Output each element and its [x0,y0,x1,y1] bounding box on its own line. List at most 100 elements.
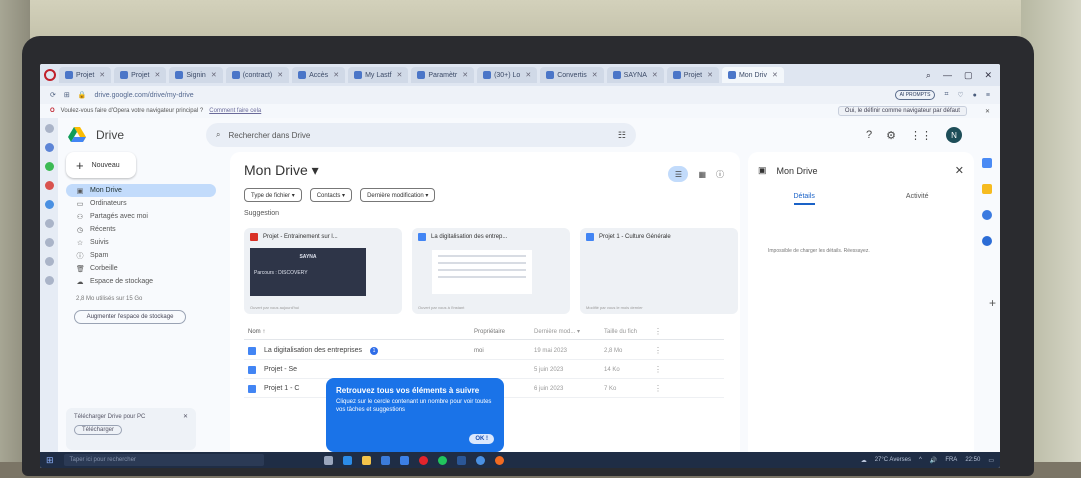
sidebar-item[interactable]: 🗑 Corbeille [66,262,216,275]
filter-options-icon[interactable]: ☷ [618,130,626,141]
search-icon[interactable]: ⌕ [926,70,931,81]
filter-chip[interactable]: Dernière modification ▾ [360,188,436,202]
browser-tab[interactable]: Paramètr ✕ [411,67,475,83]
search-input[interactable]: Rechercher dans Drive [228,131,310,140]
sidebar-item[interactable]: ▣ Mon Drive [66,184,216,197]
extensions-icon[interactable]: ⌗ [944,91,948,99]
maximize-button[interactable]: ▢ [964,70,973,81]
sidebar-item[interactable]: ⚇ Partagés avec moi [66,210,216,223]
close-tab-icon[interactable]: ✕ [772,71,778,79]
close-notif-icon[interactable]: ✕ [985,108,990,115]
tasks-icon[interactable] [982,210,992,220]
row-more-icon[interactable]: ⋮ [654,346,674,355]
suggestion-card[interactable]: Projet 1 - Culture Générale Modifié par … [580,228,738,314]
close-tab-icon[interactable]: ✕ [462,71,468,79]
close-window-button[interactable]: ✕ [984,70,992,81]
sidebar-item[interactable]: ▭ Ordinateurs [66,197,216,210]
table-row[interactable]: Projet - Se 5 juin 2023 14 Ko ⋮ [244,361,724,379]
reload-icon[interactable]: ⟳ [50,91,56,99]
file-explorer-icon[interactable] [361,455,371,465]
grid-view-icon[interactable]: ▦ [698,170,706,179]
heart-sidebar-icon[interactable] [44,257,54,266]
word-icon[interactable] [456,455,466,465]
language-indicator[interactable]: FRA [945,457,957,463]
list-view-button[interactable]: ☰ [668,166,689,182]
volume-icon[interactable]: 🔊 [930,457,937,464]
whatsapp-taskbar-icon[interactable] [437,455,447,465]
suggestion-card[interactable]: Projet - Entrainement sur l... SAYNA Par… [244,228,402,314]
browser-tab[interactable]: SAYNA ✕ [606,67,664,83]
download-button[interactable]: Télécharger [74,425,122,435]
player-icon[interactable] [44,238,54,247]
profile-icon[interactable]: ● [973,92,977,99]
browser-tab[interactable]: (30+) Lo ✕ [477,67,538,83]
whatsapp-icon[interactable] [44,162,54,171]
opera-logo-icon[interactable] [44,69,56,81]
row-more-icon[interactable]: ⋮ [654,365,674,374]
mail-icon[interactable] [399,455,409,465]
col-modified[interactable]: Dernière mod... ▾ [534,328,604,335]
chrome-icon[interactable] [475,455,485,465]
col-name[interactable]: Nom ↑ [244,329,474,335]
close-tab-icon[interactable]: ✕ [592,71,598,79]
tab-details[interactable]: Détails [793,193,815,205]
tooltip-ok-button[interactable]: OK ! [469,434,494,444]
taskbar-search-input[interactable]: Taper ici pour rechercher [63,454,264,466]
browser-tab[interactable]: Mon Driv ✕ [721,67,784,83]
page-title[interactable]: Mon Drive ▾ [244,162,319,179]
weather-text[interactable]: 27°C Averses [875,457,911,463]
history-icon[interactable] [44,219,54,228]
opera-taskbar-icon[interactable] [418,455,428,465]
browser-tab[interactable]: Convertis ✕ [540,67,604,83]
close-details-icon[interactable]: ✕ [955,164,964,177]
firefox-icon[interactable] [494,455,504,465]
calendar-icon[interactable] [982,158,992,168]
close-tab-icon[interactable]: ✕ [333,71,339,79]
browser-tab[interactable]: Projet ✕ [114,67,167,83]
close-tab-icon[interactable]: ✕ [525,71,531,79]
settings-gear-icon[interactable]: ⚙ [886,129,896,142]
browser-tab[interactable]: Projet ✕ [59,67,112,83]
suggestion-card[interactable]: La digitalisation des entrep... Ouvert p… [412,228,570,314]
task-view-icon[interactable] [323,455,333,465]
tabs-icon[interactable]: ⊞ [64,91,70,99]
telegram-icon[interactable] [44,200,54,209]
drive-logo-icon[interactable] [68,127,86,143]
home-icon[interactable] [44,124,54,133]
row-more-icon[interactable]: ⋮ [654,384,674,393]
clock-time[interactable]: 22:50 [965,457,980,463]
table-row[interactable]: La digitalisation des entreprises 1 moi 19 … [244,342,724,360]
browser-tab[interactable]: (contract) ✕ [225,67,290,83]
help-icon[interactable]: ? [866,129,872,141]
instagram-icon[interactable] [44,181,54,190]
close-tab-icon[interactable]: ✕ [277,71,283,79]
close-card-icon[interactable]: ✕ [183,413,188,420]
close-tab-icon[interactable]: ✕ [397,71,403,79]
minimize-button[interactable]: — [943,70,952,81]
menu-icon[interactable]: ≡ [986,92,990,99]
ai-prompts-button[interactable]: AI PROMPTS [894,90,936,100]
filter-chip[interactable]: Contacts ▾ [309,188,353,202]
sidebar-item[interactable]: ◷ Récents [66,223,216,236]
apps-grid-icon[interactable]: ⋮⋮ [910,129,932,142]
notifications-icon[interactable]: ▭ [988,457,994,464]
set-default-button[interactable]: Oui, le définir comme navigateur par déf… [837,106,967,116]
close-tab-icon[interactable]: ✕ [707,71,713,79]
tray-chevron-icon[interactable]: ^ [919,457,922,463]
suggestion-count-badge[interactable]: 1 [370,346,379,355]
add-icon[interactable]: + [989,296,996,310]
sidebar-item[interactable]: ⓘ Spam [66,249,216,262]
browser-tab[interactable]: My Lastf ✕ [348,67,409,83]
filter-chip[interactable]: Type de fichier ▾ [244,188,302,202]
close-tab-icon[interactable]: ✕ [154,71,160,79]
browser-tab[interactable]: Signin ✕ [169,67,223,83]
notif-link[interactable]: Comment faire cela [209,108,261,114]
keep-icon[interactable] [982,184,992,194]
close-tab-icon[interactable]: ✕ [211,71,217,79]
more-icon[interactable]: ⋮ [654,327,674,336]
account-avatar[interactable]: N [946,127,962,143]
store-icon[interactable] [380,455,390,465]
url-field[interactable]: drive.google.com/drive/my-drive [94,92,193,99]
contacts-icon[interactable] [982,236,992,246]
search-bar[interactable]: ⌕ Rechercher dans Drive ☷ [206,123,636,147]
